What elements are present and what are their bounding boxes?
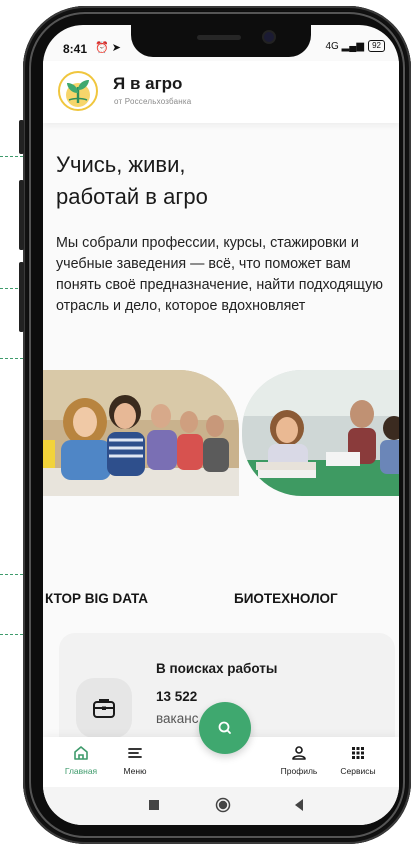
students-illustration	[43, 370, 239, 496]
phone-screen: 8:41 ⏰ ➤ 4G ▂▄▆ 92 Я в агро от Россельхо…	[43, 25, 399, 825]
phone-volume-button	[19, 180, 24, 250]
hero-image-strip	[43, 370, 399, 498]
search-icon	[218, 721, 231, 734]
recents-icon[interactable]	[148, 799, 160, 811]
search-fab[interactable]	[199, 702, 251, 754]
vacancy-count: 13 522	[156, 689, 198, 704]
system-nav-bar	[43, 787, 399, 825]
phone-side-button	[19, 120, 24, 154]
app-header: Я в агро от Россельхозбанка	[43, 61, 399, 123]
brand-subtitle: от Россельхозбанка	[114, 97, 192, 106]
nav-menu[interactable]: Меню	[105, 743, 165, 776]
nav-home-label: Главная	[64, 766, 98, 776]
signal-icon: 4G ▂▄▆	[325, 40, 365, 52]
home-icon	[74, 746, 88, 760]
students-photo	[43, 370, 239, 496]
back-icon[interactable]	[293, 798, 305, 812]
user-icon	[292, 746, 306, 760]
sprout-logo-icon	[66, 80, 90, 107]
nav-menu-label: Меню	[123, 766, 147, 776]
nav-home[interactable]: Главная	[51, 743, 111, 776]
nav-services-label: Сервисы	[340, 766, 376, 776]
menu-icon	[128, 748, 142, 758]
front-camera	[264, 32, 274, 42]
speaker-grille	[197, 35, 241, 40]
job-icon-badge	[76, 678, 132, 738]
brand-title: Я в агро	[113, 74, 183, 93]
nav-profile[interactable]: Профиль	[269, 743, 329, 776]
stage: 8:41 ⏰ ➤ 4G ▂▄▆ 92 Я в агро от Россельхо…	[0, 0, 415, 849]
job-card-title: В поисках работы	[156, 661, 278, 676]
notch	[131, 25, 311, 57]
status-time: 8:41	[63, 42, 88, 56]
briefcase-icon	[93, 699, 115, 718]
hero-title: Учись, живи, работай в агро	[56, 149, 386, 213]
professions-ticker[interactable]: КТОР BIG DATA БИОТЕХНОЛОГ	[43, 591, 399, 611]
battery-icon: 92	[368, 40, 385, 52]
hero-description: Мы собрали профессии, курсы, стажировки …	[56, 235, 383, 314]
app-logo[interactable]	[58, 71, 98, 111]
hero-title-line: работай в агро	[56, 184, 208, 209]
profession-item[interactable]: КТОР BIG DATA	[45, 591, 148, 606]
status-right-icons: 4G ▂▄▆ 92	[325, 40, 385, 52]
hero-title-line: Учись, живи,	[56, 152, 186, 177]
study-illustration	[242, 370, 399, 496]
nav-profile-label: Профиль	[280, 766, 318, 776]
grid-icon	[352, 747, 364, 759]
phone-volume-button	[19, 262, 24, 332]
status-left-icons: ⏰ ➤	[95, 42, 121, 54]
study-photo	[242, 370, 399, 496]
profession-item[interactable]: БИОТЕХНОЛОГ	[234, 591, 338, 606]
vacancy-unit: ваканс	[156, 711, 199, 726]
home-button-icon[interactable]	[215, 797, 231, 813]
nav-services[interactable]: Сервисы	[328, 743, 388, 776]
